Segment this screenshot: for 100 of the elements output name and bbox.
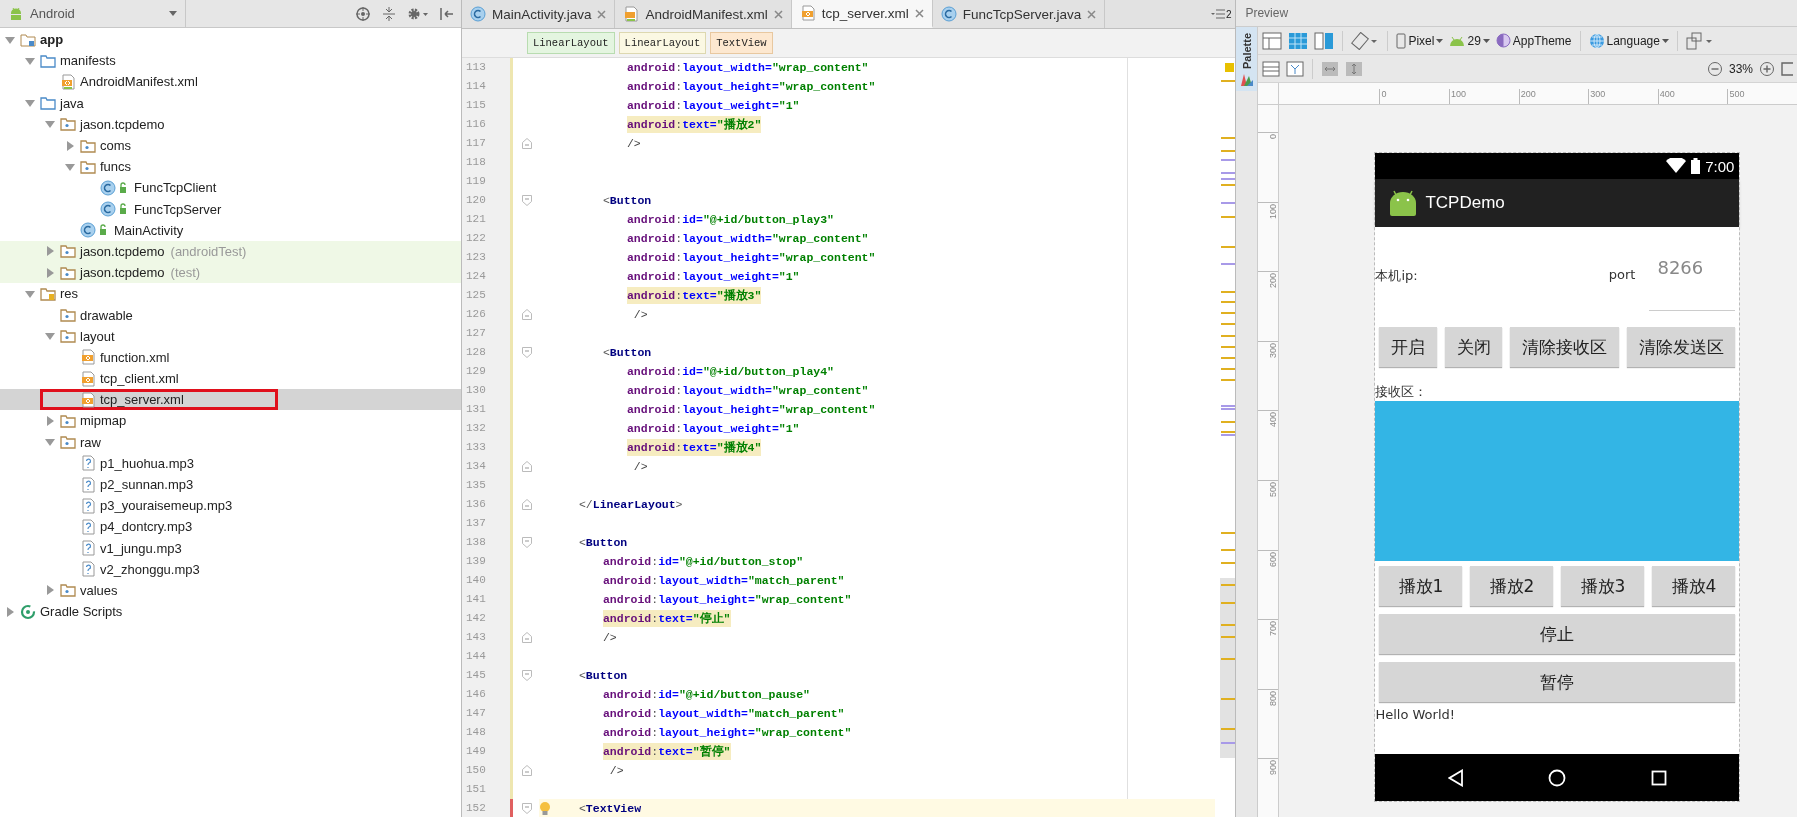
expanded-arrow-icon[interactable] [25, 55, 35, 66]
tree-row[interactable]: v2_zhonggu.mp3 [0, 558, 461, 580]
crosshair-icon[interactable] [354, 5, 371, 22]
tree-row[interactable]: values [0, 579, 461, 602]
home-icon[interactable] [1548, 768, 1567, 787]
tree-row[interactable]: jason.tcpdemo (test) [0, 262, 461, 284]
tree-row[interactable]: p2_sunnan.mp3 [0, 473, 461, 496]
api-level-dropdown[interactable]: 29 [1449, 33, 1490, 48]
tab-overflow-button[interactable]: 2 [1206, 0, 1236, 28]
app-button[interactable]: 清除接收区 [1510, 327, 1619, 367]
layout-variants-icon[interactable] [1685, 31, 1714, 50]
device-dropdown[interactable]: Pixel [1396, 32, 1444, 49]
expand-horizontal-icon[interactable] [1321, 60, 1340, 77]
fold-end-icon[interactable] [521, 765, 532, 776]
play-button[interactable]: 播放4 [1652, 566, 1736, 606]
lightbulb-icon[interactable] [538, 800, 551, 817]
tree-row-selected[interactable]: tcp_server.xml [0, 389, 461, 411]
hide-panel-icon[interactable] [438, 5, 455, 22]
app-button[interactable]: 清除发送区 [1626, 327, 1736, 367]
expanded-arrow-icon[interactable] [45, 119, 55, 130]
expanded-arrow-icon[interactable] [65, 161, 75, 172]
palette-tab[interactable]: Palette [1236, 27, 1258, 92]
tree-row[interactable]: p4_dontcry.mp3 [0, 516, 461, 538]
tree-row[interactable]: app [0, 29, 461, 51]
collapsed-arrow-icon[interactable] [65, 140, 75, 151]
zoom-out-icon[interactable] [1706, 60, 1723, 77]
fold-end-icon[interactable] [521, 138, 532, 149]
tree-row[interactable]: FuncTcpClient [0, 177, 461, 199]
expanded-arrow-icon[interactable] [25, 288, 35, 299]
breadcrumb[interactable]: TextView [710, 32, 773, 54]
fold-start-icon[interactable] [521, 670, 532, 681]
list-icon[interactable] [1262, 60, 1281, 77]
fold-start-icon[interactable] [521, 347, 532, 358]
expand-vertical-icon[interactable] [1345, 60, 1364, 77]
recents-icon[interactable] [1651, 769, 1668, 786]
fold-end-icon[interactable] [521, 632, 532, 643]
tree-row[interactable]: manifests [0, 50, 461, 72]
editor-tab[interactable]: tcp_server.xml [791, 0, 933, 28]
tree-row[interactable]: layout [0, 325, 461, 347]
play-button[interactable]: 播放3 [1561, 566, 1645, 606]
editor-tab[interactable]: MainActivity.java [461, 0, 616, 28]
fit-screen-icon[interactable] [1781, 60, 1793, 77]
tree-row[interactable]: function.xml [0, 346, 461, 368]
app-button[interactable]: 开启 [1379, 327, 1437, 367]
tree-row[interactable]: jason.tcpdemo (androidTest) [0, 240, 461, 263]
split-view-icon[interactable] [1314, 31, 1335, 50]
tree-row[interactable]: coms [0, 134, 461, 157]
expanded-arrow-icon[interactable] [45, 331, 55, 342]
close-icon[interactable] [1087, 9, 1097, 19]
close-icon[interactable] [773, 9, 783, 19]
tree-row[interactable]: drawable [0, 304, 461, 326]
tree-row[interactable]: p1_huohua.mp3 [0, 452, 461, 474]
tree-row[interactable]: jason.tcpdemo [0, 113, 461, 135]
collapse-icon[interactable] [380, 5, 397, 22]
expanded-arrow-icon[interactable] [5, 34, 15, 45]
fold-end-icon[interactable] [521, 499, 532, 510]
editor-tab[interactable]: FuncTcpServer.java [932, 0, 1106, 28]
tree-row[interactable]: res [0, 283, 461, 305]
collapsed-arrow-icon[interactable] [45, 415, 55, 426]
theme-button[interactable]: AppTheme [1495, 33, 1572, 48]
app-button[interactable]: 停止 [1379, 614, 1736, 654]
close-icon[interactable] [914, 8, 924, 18]
fold-start-icon[interactable] [521, 803, 532, 814]
constraint-icon[interactable] [1286, 60, 1305, 77]
app-button[interactable]: 关闭 [1444, 327, 1503, 367]
back-icon[interactable] [1447, 768, 1464, 787]
rotate-icon[interactable] [1351, 31, 1380, 50]
port-field[interactable]: 8266 [1649, 255, 1736, 311]
tree-row[interactable]: p3_youraisemeup.mp3 [0, 495, 461, 517]
expanded-arrow-icon[interactable] [25, 98, 35, 109]
fold-end-icon[interactable] [521, 461, 532, 472]
expanded-arrow-icon[interactable] [45, 437, 55, 448]
editor-tab[interactable]: AndroidManifest.xml [615, 0, 792, 28]
collapsed-arrow-icon[interactable] [5, 606, 15, 617]
zoom-in-icon[interactable] [1759, 60, 1775, 77]
tree-row[interactable]: Gradle Scripts [0, 601, 461, 623]
play-button[interactable]: 播放1 [1379, 566, 1463, 606]
tree-row[interactable]: tcp_client.xml [0, 368, 461, 390]
collapsed-arrow-icon[interactable] [45, 267, 55, 278]
collapsed-arrow-icon[interactable] [45, 246, 55, 257]
tree-row[interactable]: raw [0, 431, 461, 453]
close-icon[interactable] [597, 9, 607, 19]
fold-end-icon[interactable] [521, 309, 532, 320]
tree-row[interactable]: FuncTcpServer [0, 198, 461, 220]
collapsed-arrow-icon[interactable] [45, 585, 55, 596]
tree-row[interactable]: AndroidManifest.xml [0, 71, 461, 93]
fold-start-icon[interactable] [521, 537, 532, 548]
tree-row[interactable]: mipmap [0, 410, 461, 432]
design-view-icon[interactable] [1262, 31, 1283, 50]
blueprint-view-icon[interactable] [1288, 31, 1309, 50]
breadcrumb[interactable]: LinearLayout [526, 32, 615, 54]
language-dropdown[interactable]: Language [1588, 32, 1669, 49]
breadcrumb[interactable]: LinearLayout [618, 32, 707, 54]
play-button[interactable]: 播放2 [1470, 566, 1554, 606]
fold-start-icon[interactable] [521, 195, 532, 206]
tree-row[interactable]: java [0, 92, 461, 114]
tree-row[interactable]: v1_jungu.mp3 [0, 537, 461, 559]
app-button[interactable]: 暂停 [1379, 662, 1736, 702]
tree-row[interactable]: funcs [0, 156, 461, 178]
tree-row[interactable]: MainActivity [0, 219, 461, 241]
